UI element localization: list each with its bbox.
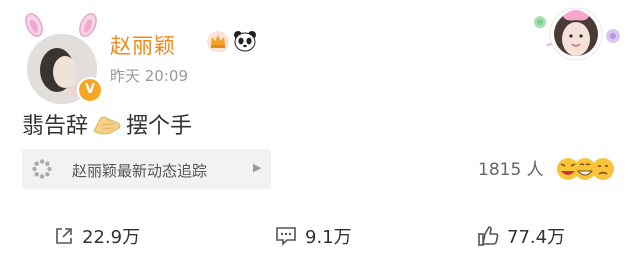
thumbs-up-icon	[478, 226, 499, 246]
waving-hand-emoji-icon	[93, 116, 121, 135]
chevron-right-icon: ▶	[253, 161, 262, 174]
reaction-count[interactable]: 1815 人	[478, 155, 544, 180]
author-avatar-container[interactable]: V	[20, 12, 103, 104]
repost-button[interactable]: 22.9万	[54, 218, 140, 254]
like-button[interactable]: 77.4万	[477, 218, 565, 254]
post-timestamp: 昨天 20:09	[110, 67, 188, 85]
verified-badge-icon: V	[77, 77, 103, 103]
comment-count: 9.1万	[305, 227, 352, 248]
post-text-before: 翡告辞	[22, 114, 89, 139]
post-action-bar: 22.9万 9.1万 77.4万	[0, 218, 641, 254]
crown-icon[interactable]	[206, 30, 230, 52]
like-count: 77.4万	[507, 227, 566, 248]
topic-link-bar[interactable]: 赵丽颖最新动态追踪 ▶	[22, 149, 271, 189]
panda-icon[interactable]	[233, 30, 257, 52]
post-text-after: 摆个手	[126, 114, 193, 139]
topic-label: 赵丽颖最新动态追踪	[72, 162, 208, 180]
weibo-post-card: V 赵丽颖 昨天 20:09 翡告辞 摆个手 赵丽颖最新动态追踪 ▶ 1815 …	[0, 0, 641, 266]
repost-count: 22.9万	[82, 227, 141, 248]
loading-spinner-icon	[32, 159, 52, 179]
author-name[interactable]: 赵丽颖	[110, 30, 176, 60]
decorative-avatar-pendant-icon	[534, 7, 620, 61]
reaction-emojis-icon[interactable]	[555, 155, 619, 183]
comment-button[interactable]: 9.1万	[275, 218, 352, 254]
share-icon	[56, 228, 72, 244]
post-content: 翡告辞 摆个手	[22, 108, 192, 140]
comment-icon	[276, 227, 296, 246]
